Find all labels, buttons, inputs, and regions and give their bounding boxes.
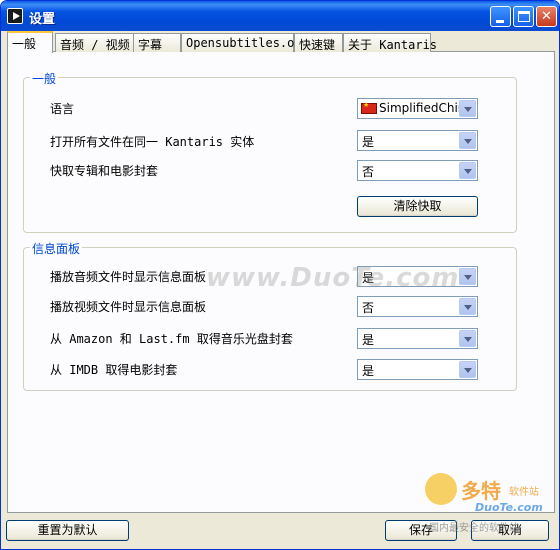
close-icon: ✕ (541, 9, 552, 24)
video-info-select[interactable]: 否 (357, 296, 478, 317)
cache-covers-select[interactable]: 否 (357, 160, 478, 181)
watermark-text: www.DuoTe.com (206, 263, 460, 293)
imdb-covers-label: 从 IMDB 取得电影封套 (50, 363, 178, 377)
tab-general[interactable]: 一般 (7, 31, 53, 53)
flag-icon (361, 101, 377, 114)
imdb-covers-select[interactable]: 是 (357, 359, 478, 380)
video-info-value: 否 (362, 301, 375, 315)
amazon-covers-label: 从 Amazon 和 Last.fm 取得音乐光盘封套 (50, 332, 293, 346)
minimize-button[interactable] (490, 6, 511, 27)
clear-cache-button[interactable]: 清除快取 (357, 196, 478, 217)
group-info-panel-title: 信息面板 (30, 240, 83, 257)
chevron-down-icon[interactable] (459, 361, 476, 378)
language-select[interactable]: SimplifiedChin (357, 98, 478, 119)
chevron-down-icon[interactable] (459, 330, 476, 347)
group-general: 一般 语言 SimplifiedChin 打开所有文件在同一 Kantaris … (23, 70, 517, 233)
group-general-title: 一般 (30, 70, 59, 87)
maximize-button[interactable] (513, 6, 534, 27)
tab-subtitles[interactable]: 字幕 (133, 33, 181, 52)
amazon-covers-select[interactable]: 是 (357, 328, 478, 349)
tab-shortcuts[interactable]: 快速键 (294, 33, 343, 52)
open-same-instance-value: 是 (362, 135, 375, 149)
chevron-down-icon[interactable] (459, 268, 476, 285)
chevron-down-icon[interactable] (459, 298, 476, 315)
language-label: 语言 (50, 102, 75, 116)
language-select-value: SimplifiedChin (379, 101, 466, 115)
logo-tagline: 国内最安全的软件站 (429, 523, 519, 534)
amazon-covers-value: 是 (362, 333, 375, 347)
video-info-label: 播放视频文件时显示信息面板 (50, 300, 207, 314)
cache-covers-label: 快取专辑和电影封套 (50, 164, 159, 178)
minimize-icon (496, 20, 504, 23)
maximize-icon (518, 11, 530, 22)
title-bar[interactable]: 设置 ✕ (1, 1, 559, 31)
window-title: 设置 (29, 12, 56, 27)
tab-opensubtitles[interactable]: Opensubtitles.org (181, 33, 309, 52)
reset-defaults-button[interactable]: 重置为默认 (6, 520, 129, 541)
settings-window: 设置 ✕ 一般 语言 SimplifiedChin 打开所有文件在同一 Kant… (0, 0, 560, 550)
chevron-down-icon[interactable] (459, 100, 476, 117)
logo-text: 多特 (461, 479, 501, 503)
tab-audio-video[interactable]: 音频 / 视频 (55, 33, 138, 52)
logo-subtext: 软件站 (509, 487, 539, 498)
open-same-instance-label: 打开所有文件在同一 Kantaris 实体 (50, 135, 255, 149)
open-same-instance-select[interactable]: 是 (357, 130, 478, 151)
audio-info-label: 播放音频文件时显示信息面板 (50, 270, 207, 284)
chevron-down-icon[interactable] (459, 162, 476, 179)
cache-covers-value: 否 (362, 165, 375, 179)
tab-about[interactable]: 关于 Kantaris (343, 33, 437, 52)
watermark-logo: 多特 软件站 DuoTe.com 国内最安全的软件站 (421, 471, 559, 543)
app-icon (7, 8, 23, 24)
mascot-icon (425, 473, 457, 505)
imdb-covers-value: 是 (362, 364, 375, 378)
logo-url: DuoTe.com (475, 501, 543, 514)
close-button[interactable]: ✕ (536, 6, 557, 27)
chevron-down-icon[interactable] (459, 132, 476, 149)
